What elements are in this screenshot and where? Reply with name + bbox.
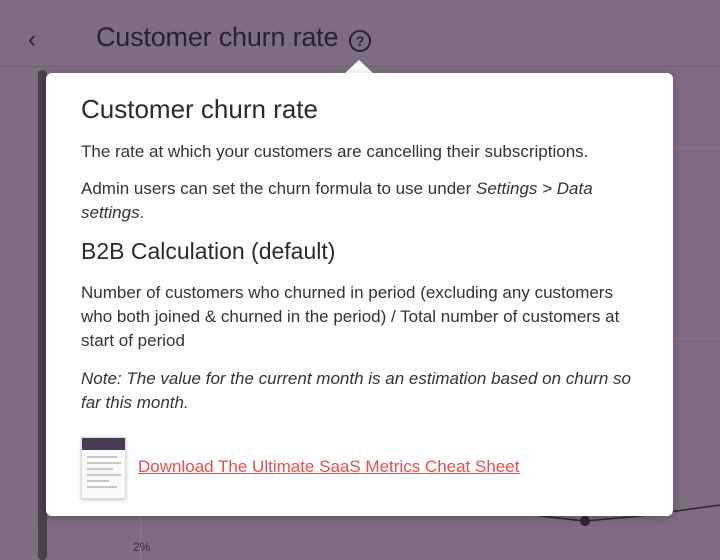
popover-admin-note: Admin users can set the churn formula to… xyxy=(81,177,641,225)
help-popover: Customer churn rate The rate at which yo… xyxy=(46,73,673,516)
document-thumbnail-icon[interactable] xyxy=(81,437,126,499)
back-chevron-icon[interactable]: ‹ xyxy=(28,28,48,52)
y-axis-tick-label: 2% xyxy=(133,540,151,554)
calculation-heading: B2B Calculation (default) xyxy=(81,238,336,264)
popover-arrow xyxy=(344,60,374,74)
admin-note-prefix: Admin users can set the churn formula to… xyxy=(81,179,476,198)
calculation-text: Number of customers who churned in perio… xyxy=(81,283,620,350)
estimation-note: Note: The value for the current month is… xyxy=(81,369,631,412)
download-cheat-sheet-link[interactable]: Download The Ultimate SaaS Metrics Cheat… xyxy=(138,457,519,477)
popover-title: Customer churn rate xyxy=(81,94,318,124)
help-icon[interactable]: ? xyxy=(349,30,371,52)
page-title: Customer churn rate xyxy=(96,22,339,52)
admin-note-suffix: . xyxy=(139,203,145,222)
popover-description: The rate at which your customers are can… xyxy=(81,142,589,161)
